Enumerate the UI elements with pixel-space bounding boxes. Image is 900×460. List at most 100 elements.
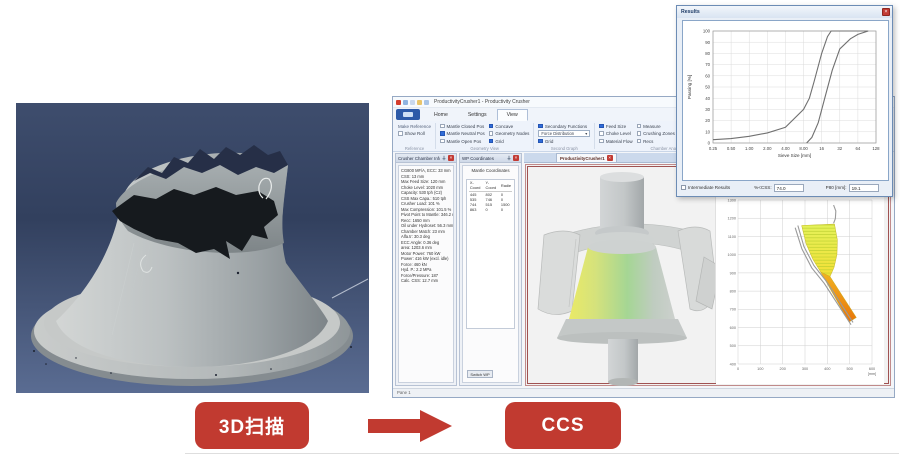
p80-value-field[interactable]: 19.1 (849, 184, 879, 192)
checkbox-label: Feed Size (606, 124, 626, 129)
checkbox-label: Concave (495, 124, 513, 129)
svg-text:600: 600 (869, 367, 875, 371)
css-value-field[interactable]: 74.0 (774, 184, 804, 192)
command-label: Make Reference (398, 124, 431, 129)
measure-checkbox[interactable]: Measure (637, 123, 675, 129)
coordinates-table: X-CoordY-CoordRadie445802053574607445151… (469, 180, 512, 212)
document-tab[interactable]: ProductivityCrusher1 × (556, 153, 617, 162)
svg-text:300: 300 (802, 367, 808, 371)
group-label: Second Graph (535, 146, 593, 151)
print-icon[interactable] (424, 100, 429, 105)
grid-checkbox[interactable]: Grid (489, 138, 530, 144)
pin-icon[interactable] (441, 155, 447, 161)
grid-checkbox[interactable]: Grid (538, 138, 590, 144)
chamber-info-title: Crusher Chamber Info. (398, 156, 440, 161)
feed-size-checkbox[interactable]: Feed Size (599, 123, 632, 129)
show-roll-checkbox[interactable]: Show Roll (398, 131, 431, 137)
checkbox-label: Mantle Closed Pos (447, 124, 485, 129)
app-logo-icon (396, 100, 401, 105)
svg-text:80: 80 (705, 51, 710, 56)
close-icon[interactable]: × (882, 8, 890, 16)
mantle-closed-pos-checkbox[interactable]: Mantle Closed Pos (440, 123, 485, 129)
status-bar: Pane 1 (393, 388, 894, 397)
svg-text:[mm]: [mm] (868, 372, 876, 376)
checkbox-icon (538, 139, 543, 144)
switch-wp-button[interactable]: Switch WP (467, 370, 493, 378)
info-line: Max Feed Size: 120 mm (401, 179, 452, 185)
save-icon[interactable] (403, 100, 408, 105)
psd-chart-panel: 0.250.501.002.004.008.001632641280102030… (682, 20, 889, 181)
close-icon[interactable]: × (448, 155, 454, 161)
table-cell: 863 (469, 207, 485, 212)
svg-text:800: 800 (730, 290, 736, 294)
window-title: ProductivityCrusher1 - Productivity Crus… (434, 99, 530, 105)
results-titlebar: Results × (677, 6, 892, 18)
pin-icon[interactable] (506, 155, 512, 161)
coordinates-table-box: X-CoordY-CoordRadie445802053574607445151… (466, 179, 515, 329)
css-label: %<CSS: (754, 185, 772, 190)
chamber-info-body: CG800 MF/A, ECC: 33 mmCSS: 13 mmMax Feed… (398, 165, 454, 383)
svg-text:1200: 1200 (728, 217, 736, 221)
arrow-right-icon (368, 408, 452, 444)
slide-canvas: ProductivityCrusher1 - Productivity Crus… (0, 0, 900, 460)
svg-text:40: 40 (705, 96, 710, 101)
svg-text:400: 400 (824, 367, 830, 371)
close-icon[interactable]: × (607, 155, 613, 161)
redo-icon[interactable] (417, 100, 422, 105)
checkbox-label: Grid (545, 139, 554, 144)
chamber-profile-chart: 0100200300400500600130012001100100090080… (715, 191, 883, 383)
info-line: Calc. CSS: 12.7 mm (401, 278, 452, 284)
wp-panel-title: WP Coordinates (462, 156, 505, 161)
checkbox-label: Material Flow (606, 139, 633, 144)
close-icon[interactable]: × (513, 155, 519, 161)
file-menu-button[interactable] (396, 109, 420, 120)
checkbox-label: Crushing Zones (643, 131, 675, 136)
crushing-zones-checkbox[interactable]: Crushing Zones (637, 131, 675, 137)
svg-text:8.00: 8.00 (799, 146, 808, 151)
make-reference-command[interactable]: Make Reference (398, 123, 431, 129)
info-line: CG800 MF/A, ECC: 33 mm (401, 168, 452, 174)
svg-text:1000: 1000 (728, 253, 736, 257)
checkbox-icon (637, 124, 642, 129)
group-label: Geometry View (437, 146, 532, 151)
svg-text:128: 128 (872, 146, 880, 151)
mantle-neutral-pos-checkbox[interactable]: Mantle Neutral Pos (440, 131, 485, 137)
document-tab-label: ProductivityCrusher1 (560, 156, 605, 161)
mantle-open-pos-checkbox[interactable]: Mantle Open Pos (440, 138, 485, 144)
svg-text:Passing [%]: Passing [%] (687, 75, 692, 99)
table-cell: 0 (485, 207, 500, 212)
tab-view[interactable]: View (497, 109, 528, 121)
material-flow-checkbox[interactable]: Material Flow (599, 138, 632, 144)
tab-settings[interactable]: Settings (458, 109, 497, 121)
svg-text:400: 400 (730, 362, 736, 366)
svg-text:90: 90 (705, 40, 710, 45)
checkbox-icon (489, 139, 494, 144)
force-distribution-dropdown[interactable]: Force Distribution▾ (538, 131, 590, 137)
svg-text:50: 50 (705, 85, 710, 90)
intermediate-results-checkbox[interactable] (681, 185, 686, 190)
info-line: Pivot Point to Mantle: 346.2 mm (401, 212, 452, 218)
column-header: Radie (500, 180, 512, 192)
checkbox-icon (440, 139, 445, 144)
undo-icon[interactable] (410, 100, 415, 105)
checkbox-icon (637, 139, 642, 144)
svg-text:0: 0 (737, 367, 739, 371)
svg-text:900: 900 (730, 271, 736, 275)
ribbon-group-second-graph: Secondary Functions Force Distribution▾ Gr… (535, 122, 593, 151)
recs-checkbox[interactable]: Recs (637, 138, 675, 144)
table-cell: 0 (500, 207, 512, 212)
concave-checkbox[interactable]: Concave (489, 123, 530, 129)
status-text: Pane 1 (397, 390, 411, 395)
table-header-row: X-CoordY-CoordRadie (469, 180, 512, 192)
group-separator (435, 123, 436, 149)
secondary-functions-checkbox[interactable]: Secondary Functions (538, 123, 590, 129)
geometry-nodes-checkbox[interactable]: Geometry Nodes (489, 131, 530, 137)
info-line: Oil under Hydroset: 56.3 mm (401, 223, 452, 229)
checkbox-icon (398, 131, 403, 136)
ribbon-group-reference: Make ReferenceShow RollReference (395, 122, 434, 151)
group-separator (594, 123, 595, 149)
svg-text:200: 200 (779, 367, 785, 371)
tab-home[interactable]: Home (424, 109, 458, 121)
svg-text:600: 600 (730, 326, 736, 330)
choke-level-checkbox[interactable]: Choke Level (599, 131, 632, 137)
